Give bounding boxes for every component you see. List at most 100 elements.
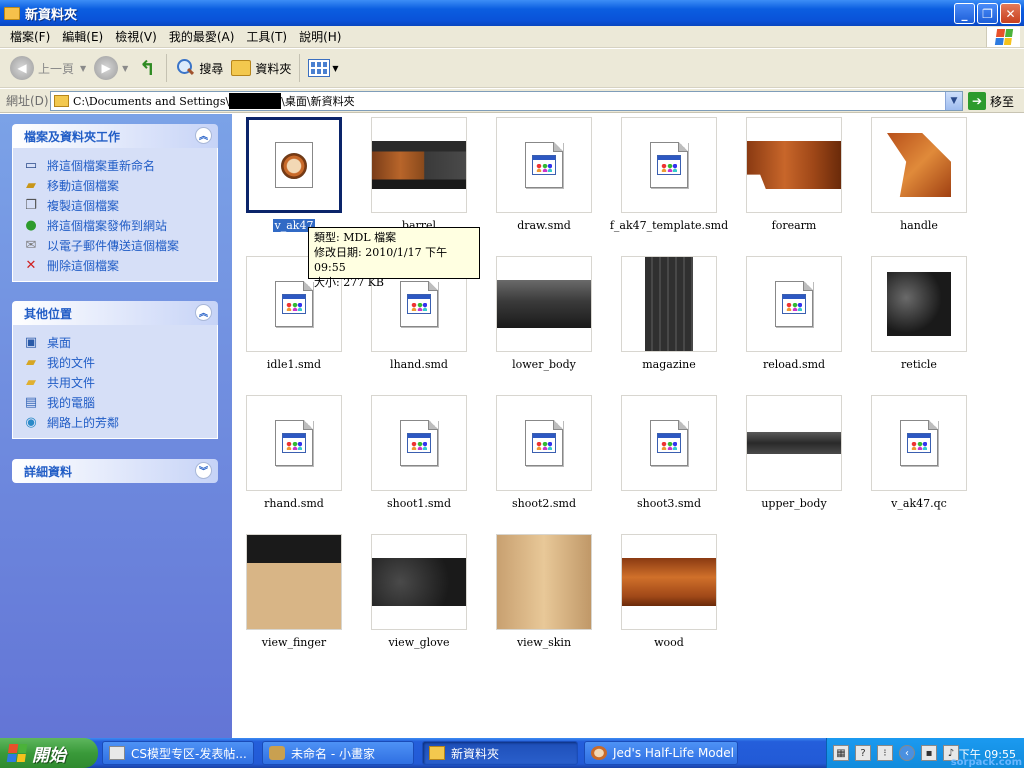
help-icon[interactable]: ? [855, 745, 871, 761]
up-button[interactable]: ↰ [132, 52, 162, 84]
file-item[interactable]: f_ak47_template.smd [609, 117, 729, 239]
file-thumbnail[interactable] [371, 534, 467, 630]
folders-button[interactable]: 資料夾 [227, 52, 295, 84]
file-item[interactable]: v_ak47.qc [859, 395, 979, 517]
task-copy[interactable]: ❐ 複製這個檔案 [23, 195, 217, 215]
file-item[interactable]: magazine [609, 256, 729, 378]
other-places-header[interactable]: 其他位置 ︽ [12, 301, 218, 325]
network-tray-icon[interactable]: ▪ [921, 745, 937, 761]
file-item[interactable]: reload.smd [734, 256, 854, 378]
collapse-up-icon[interactable]: ︽ [195, 127, 212, 144]
file-name-text: magazine [642, 358, 696, 371]
back-button[interactable]: ◀ 上一頁 ▼ [6, 52, 90, 84]
place-my-documents[interactable]: ▰ 我的文件 [23, 352, 217, 372]
file-name: v_ak47.qc [859, 497, 979, 510]
file-name: f_ak47_template.smd [609, 219, 729, 232]
file-name-text: reload.smd [762, 358, 826, 371]
file-item[interactable]: upper_body [734, 395, 854, 517]
menu-favorites[interactable]: 我的最愛(A) [163, 28, 241, 45]
restore-button[interactable]: ❐ [977, 3, 998, 24]
file-thumbnail[interactable] [746, 256, 842, 352]
file-thumbnail[interactable] [246, 534, 342, 630]
file-item[interactable]: draw.smd [484, 117, 604, 239]
file-thumbnail[interactable] [246, 117, 342, 213]
start-button[interactable]: 開始 [0, 738, 98, 768]
file-thumbnail[interactable] [621, 534, 717, 630]
chevron-down-icon[interactable]: ▼ [945, 92, 962, 110]
file-item[interactable]: forearm [734, 117, 854, 239]
file-thumbnail[interactable] [621, 117, 717, 213]
collapse-up-icon[interactable]: ︽ [195, 304, 212, 321]
task-delete[interactable]: ✕ 刪除這個檔案 [23, 255, 217, 275]
expand-tray-icon[interactable]: ‹ [899, 745, 915, 761]
file-tasks-header[interactable]: 檔案及資料夾工作 ︽ [12, 124, 218, 148]
file-item[interactable]: shoot1.smd [359, 395, 479, 517]
task-move[interactable]: ▰ 移動這個檔案 [23, 175, 217, 195]
file-thumbnail[interactable] [871, 256, 967, 352]
task-publish[interactable]: ● 將這個檔案發佈到網站 [23, 215, 217, 235]
file-thumbnail[interactable] [621, 256, 717, 352]
file-thumbnail[interactable] [871, 117, 967, 213]
file-item[interactable]: reticle [859, 256, 979, 378]
forward-button[interactable]: ▶ ▼ [90, 52, 132, 84]
search-button[interactable]: 搜尋 [171, 52, 227, 84]
file-thumbnail[interactable] [371, 117, 467, 213]
file-item[interactable]: lower_body [484, 256, 604, 378]
menu-edit[interactable]: 編輯(E) [56, 28, 109, 45]
taskbar: 開始 CS模型专区-发表帖... 未命名 - 小畫家 新資料夾 Jed's Ha… [0, 738, 1024, 768]
file-thumbnail[interactable] [496, 395, 592, 491]
task-rename[interactable]: ▭ 將這個檔案重新命名 [23, 155, 217, 175]
place-shared-documents[interactable]: ▰ 共用文件 [23, 372, 217, 392]
taskbar-button-hlmv[interactable]: Jed's Half-Life Model ... [584, 741, 738, 765]
place-network[interactable]: ◉ 網路上的芳鄰 [23, 412, 217, 432]
task-email[interactable]: ✉ 以電子郵件傳送這個檔案 [23, 235, 217, 255]
taskbar-button-forum[interactable]: CS模型专区-发表帖... [102, 741, 254, 765]
go-label: 移至 [990, 94, 1015, 109]
ime-icon[interactable]: ⁝ [877, 745, 893, 761]
close-button[interactable]: ✕ [1000, 3, 1021, 24]
file-item[interactable]: shoot2.smd [484, 395, 604, 517]
file-item[interactable]: view_finger [234, 534, 354, 656]
views-button[interactable]: ▼ [304, 52, 342, 84]
file-thumbnail[interactable] [496, 534, 592, 630]
place-desktop[interactable]: ▣ 桌面 [23, 332, 217, 352]
file-thumbnail[interactable] [496, 117, 592, 213]
menu-tools[interactable]: 工具(T) [240, 28, 293, 45]
menu-bar: 檔案(F) 編輯(E) 檢視(V) 我的最愛(A) 工具(T) 說明(H) [0, 26, 1024, 48]
taskbar-button-folder[interactable]: 新資料夾 [422, 741, 578, 765]
file-item[interactable]: view_skin [484, 534, 604, 656]
file-name-text: draw.smd [517, 219, 571, 232]
file-item[interactable]: shoot3.smd [609, 395, 729, 517]
keyboard-icon[interactable]: ▦ [833, 745, 849, 761]
folders-icon [231, 60, 252, 76]
taskbar-button-paint[interactable]: 未命名 - 小畫家 [262, 741, 414, 765]
file-item[interactable]: handle [859, 117, 979, 239]
file-thumbnail[interactable] [621, 395, 717, 491]
file-item[interactable]: wood [609, 534, 729, 656]
file-name-text: rhand.smd [264, 497, 324, 510]
menu-file[interactable]: 檔案(F) [4, 28, 56, 45]
details-header[interactable]: 詳細資料 ︾ [12, 459, 218, 483]
file-name-text: lower_body [512, 358, 576, 371]
file-thumbnail[interactable] [371, 395, 467, 491]
file-item[interactable]: barrel [359, 117, 479, 239]
file-item[interactable]: v_ak47 [234, 117, 354, 239]
go-button[interactable]: ➔ 移至 [968, 92, 1014, 110]
minimize-button[interactable]: _ [954, 3, 975, 24]
my-computer-icon: ▤ [24, 394, 38, 410]
address-input[interactable]: C:\Documents and Settings\ \桌面\新資料夾 ▼ [50, 91, 963, 111]
tooltip-modified: 修改日期: 2010/1/17 下午 09:55 [314, 246, 448, 274]
file-thumbnail[interactable] [746, 395, 842, 491]
file-thumbnail[interactable] [871, 395, 967, 491]
file-thumbnail[interactable] [496, 256, 592, 352]
menu-view[interactable]: 檢視(V) [109, 28, 163, 45]
file-item[interactable]: view_glove [359, 534, 479, 656]
file-thumbnail[interactable] [746, 117, 842, 213]
back-label: 上一頁 [38, 61, 75, 76]
place-my-computer[interactable]: ▤ 我的電腦 [23, 392, 217, 412]
menu-help[interactable]: 說明(H) [293, 28, 347, 45]
file-name-text: wood [654, 636, 684, 649]
file-thumbnail[interactable] [246, 395, 342, 491]
expand-down-icon[interactable]: ︾ [195, 462, 212, 479]
file-item[interactable]: rhand.smd [234, 395, 354, 517]
